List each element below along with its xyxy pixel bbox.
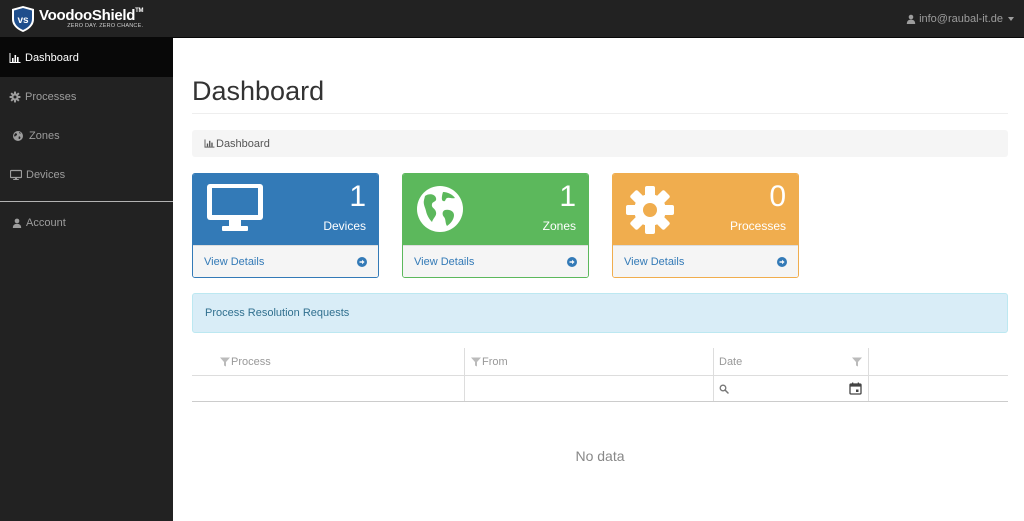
devices-panel: 1 Devices View Details [192,173,379,278]
view-details-label: View Details [624,256,685,268]
date-filter-cell[interactable] [714,376,869,401]
sidebar-item-processes[interactable]: Processes [0,77,173,116]
zones-view-details-link[interactable]: View Details [403,245,588,277]
monitor-icon [10,169,22,180]
devices-count: 1 [349,180,366,213]
sidebar-item-zones[interactable]: Zones [0,116,173,155]
sidebar-item-account[interactable]: Account [0,208,173,238]
user-icon [906,14,916,24]
zones-label: Zones [542,219,576,233]
bar-chart-icon [9,52,21,63]
trademark-mark: TM [135,7,144,14]
arrow-circle-right-icon [777,257,787,267]
column-header-label: Date [719,355,743,368]
zones-count: 1 [559,180,576,213]
user-email: info@raubal-it.de [919,12,1003,25]
user-icon [12,218,22,228]
sidebar-divider [0,201,173,202]
arrow-circle-right-icon [357,257,367,267]
bar-chart-icon [204,139,215,148]
view-details-label: View Details [204,256,265,268]
main-content: Dashboard Dashboard 1 Devices View Detai… [173,38,1024,521]
sidebar-item-devices[interactable]: Devices [0,155,173,194]
arrow-circle-right-icon [567,257,577,267]
panel-heading-text: Process Resolution Requests [205,307,350,319]
sidebar-item-label: Processes [25,90,77,103]
user-menu-dropdown[interactable]: info@raubal-it.de [906,13,1024,25]
gear-icon [9,91,21,102]
svg-text:vs: vs [17,15,29,26]
filter-icon[interactable] [220,357,230,367]
processes-count: 0 [769,180,786,213]
monitor-icon [207,184,263,231]
filter-icon[interactable] [471,357,481,367]
sidebar-item-label: Zones [29,129,60,142]
column-header-label: Process [231,355,271,368]
top-navbar: vs VoodooShieldTM ZERO DAY. ZERO CHANCE.… [0,0,1024,38]
breadcrumb: Dashboard [192,130,1008,157]
gear-icon [626,186,674,234]
process-resolution-requests-heading: Process Resolution Requests [192,293,1008,333]
grid-filter-row [192,376,1008,402]
globe-icon [13,130,23,141]
sidebar-item-label: Devices [26,168,66,181]
breadcrumb-item[interactable]: Dashboard [216,138,270,150]
zones-panel: 1 Zones View Details [402,173,589,278]
devices-view-details-link[interactable]: View Details [193,245,378,277]
no-data-message: No data [575,448,625,464]
filter-icon[interactable] [852,357,862,367]
brand-name: VoodooShieldTM [39,6,144,24]
devices-label: Devices [323,219,366,233]
processes-view-details-link[interactable]: View Details [613,245,798,277]
requests-grid: Process From Date No data [192,348,1008,464]
view-details-label: View Details [414,256,475,268]
column-header-empty [869,348,1008,375]
empty-filter-cell [869,376,1008,401]
column-header-from[interactable]: From [465,348,714,375]
globe-icon [417,186,463,232]
process-filter-cell[interactable] [192,376,465,401]
processes-panel: 0 Processes View Details [612,173,799,278]
sidebar: Dashboard Processes Zones Devices Accoun… [0,38,173,521]
from-filter-cell[interactable] [465,376,714,401]
grid-header-row: Process From Date [192,348,1008,376]
column-header-date[interactable]: Date [714,348,869,375]
shield-logo-icon: vs [12,5,34,32]
calendar-icon[interactable] [849,382,862,395]
column-header-label: From [482,355,508,368]
search-icon [719,384,729,394]
title-divider [192,113,1008,114]
brand-logo[interactable]: vs VoodooShieldTM ZERO DAY. ZERO CHANCE. [0,0,144,38]
sidebar-item-dashboard[interactable]: Dashboard [0,38,173,77]
brand-tagline: ZERO DAY. ZERO CHANCE. [67,22,144,29]
processes-label: Processes [729,219,786,233]
caret-down-icon [1008,16,1014,21]
page-title: Dashboard [192,76,325,106]
sidebar-item-label: Account [26,217,66,229]
sidebar-item-label: Dashboard [25,51,79,64]
column-header-process[interactable]: Process [192,348,465,375]
